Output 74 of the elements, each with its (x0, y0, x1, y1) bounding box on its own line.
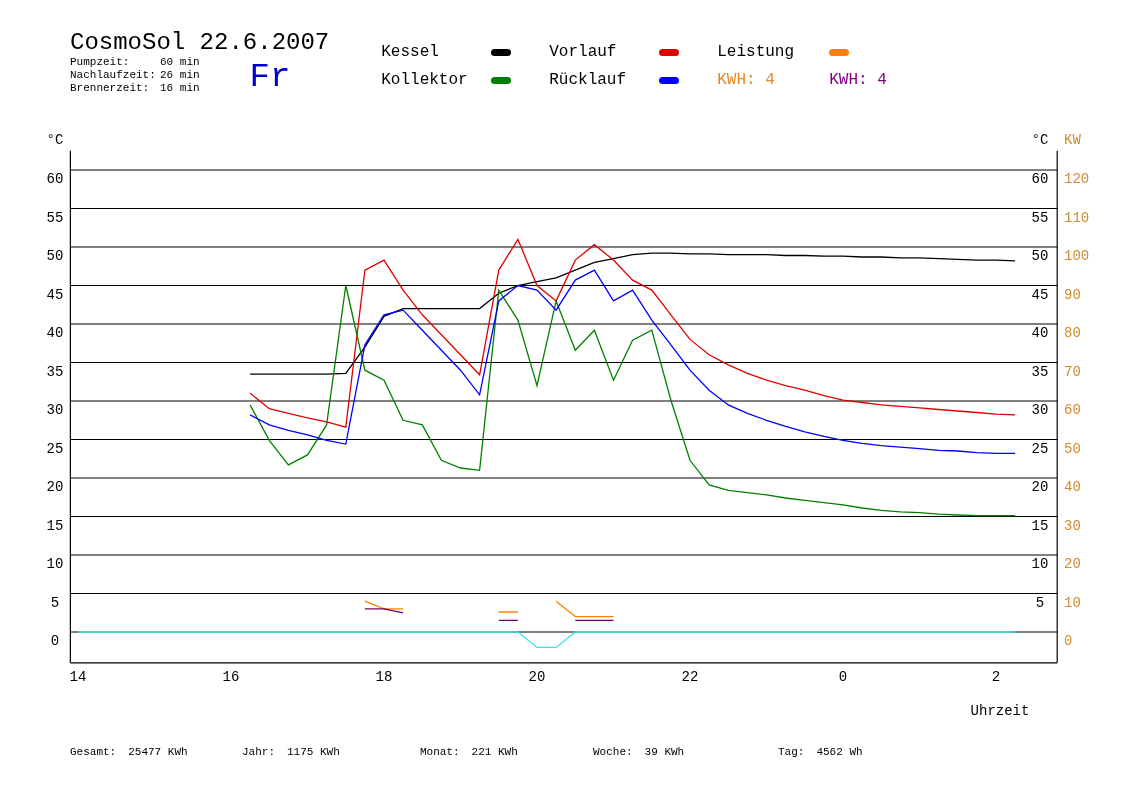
y-tick-label: 45 (1031, 286, 1049, 303)
total-value: 4562 Wh (816, 745, 863, 760)
axis-unit: °C (46, 132, 64, 148)
y-tick-label: 30 (46, 402, 64, 418)
y-tick-label: 50 (1064, 440, 1081, 457)
y-tick-label: 10 (1064, 594, 1081, 611)
y-tick-label: 50 (46, 248, 64, 264)
y-tick-label: 20 (1031, 479, 1049, 495)
x-tick-label: 2 (991, 669, 1001, 685)
y-tick-label: 40 (1064, 479, 1081, 495)
x-tick-label: 16 (222, 669, 240, 685)
legend-label: Rücklauf (549, 70, 628, 90)
x-tick-label: 22 (681, 669, 699, 685)
x-tick-label: 0 (838, 669, 848, 685)
legend-label: Vorlauf (549, 42, 618, 62)
stat-label: Pumpzeit: (70, 56, 131, 69)
y-tick-label: 15 (1031, 517, 1049, 534)
chart-title: CosmoSol 22.6.2007 (70, 30, 330, 56)
y-tick-label: 25 (1031, 440, 1049, 457)
y-tick-label: 45 (46, 286, 64, 303)
legend-total: KWH: 4 (717, 70, 776, 90)
y-tick-label: 55 (1031, 209, 1049, 226)
y-tick-label: 50 (1031, 248, 1049, 264)
total-label: Monat: (420, 745, 460, 760)
y-tick-label: 20 (46, 479, 64, 495)
y-tick-label: 35 (1031, 363, 1049, 380)
stat-label: Brennerzeit: (70, 82, 151, 95)
x-tick-label: 20 (528, 669, 546, 685)
total-label: Tag: (778, 745, 805, 760)
total-value: 25477 KWh (128, 745, 188, 760)
x-tick-label: 14 (69, 669, 87, 685)
stat-label: Nachlaufzeit: (70, 69, 157, 82)
stat-value: 26 min (160, 69, 200, 82)
y-tick-label: 40 (46, 325, 64, 341)
total-label: Gesamt: (70, 745, 117, 760)
y-tick-label: 10 (46, 556, 64, 572)
y-tick-label: 20 (1064, 556, 1081, 572)
y-tick-label: 120 (1064, 171, 1090, 187)
axis-unit: KW (1064, 132, 1081, 148)
axis-unit: °C (1031, 132, 1049, 148)
y-tick-label: 70 (1064, 363, 1081, 380)
y-tick-label: 110 (1064, 209, 1090, 226)
legend-total: KWH: 4 (829, 70, 888, 90)
stat-value: 16 min (160, 82, 200, 95)
y-tick-label: 10 (1031, 556, 1049, 572)
y-tick-label: 30 (1064, 517, 1081, 534)
y-tick-label: 15 (46, 517, 64, 534)
y-tick-label: 60 (46, 171, 64, 187)
y-tick-label: 5 (1035, 594, 1045, 611)
y-tick-label: 60 (1031, 171, 1049, 187)
x-axis-title: Uhrzeit (970, 703, 1030, 719)
y-tick-label: 90 (1064, 286, 1081, 303)
y-tick-label: 35 (46, 363, 64, 380)
total-value: 1175 KWh (287, 745, 340, 760)
y-tick-label: 25 (46, 440, 64, 457)
legend-label: Leistung (717, 42, 796, 62)
y-tick-label: 80 (1064, 325, 1081, 341)
y-tick-label: 5 (50, 594, 60, 611)
weekday-label: Fr (249, 60, 291, 95)
total-value: 221 KWh (471, 745, 518, 760)
y-tick-label: 40 (1031, 325, 1049, 341)
y-tick-label: 0 (1064, 633, 1073, 649)
stat-value: 60 min (160, 56, 200, 69)
x-tick-label: 18 (375, 669, 393, 685)
y-tick-label: 0 (50, 633, 60, 649)
legend-label: Kollektor (381, 70, 469, 90)
y-tick-label: 30 (1031, 402, 1049, 418)
total-label: Jahr: (242, 745, 275, 760)
legend-label: Kessel (381, 42, 440, 62)
y-tick-label: 100 (1064, 248, 1090, 264)
total-label: Woche: (593, 745, 633, 760)
y-tick-label: 60 (1064, 402, 1081, 418)
y-tick-label: 55 (46, 209, 64, 226)
total-value: 39 KWh (644, 745, 685, 760)
